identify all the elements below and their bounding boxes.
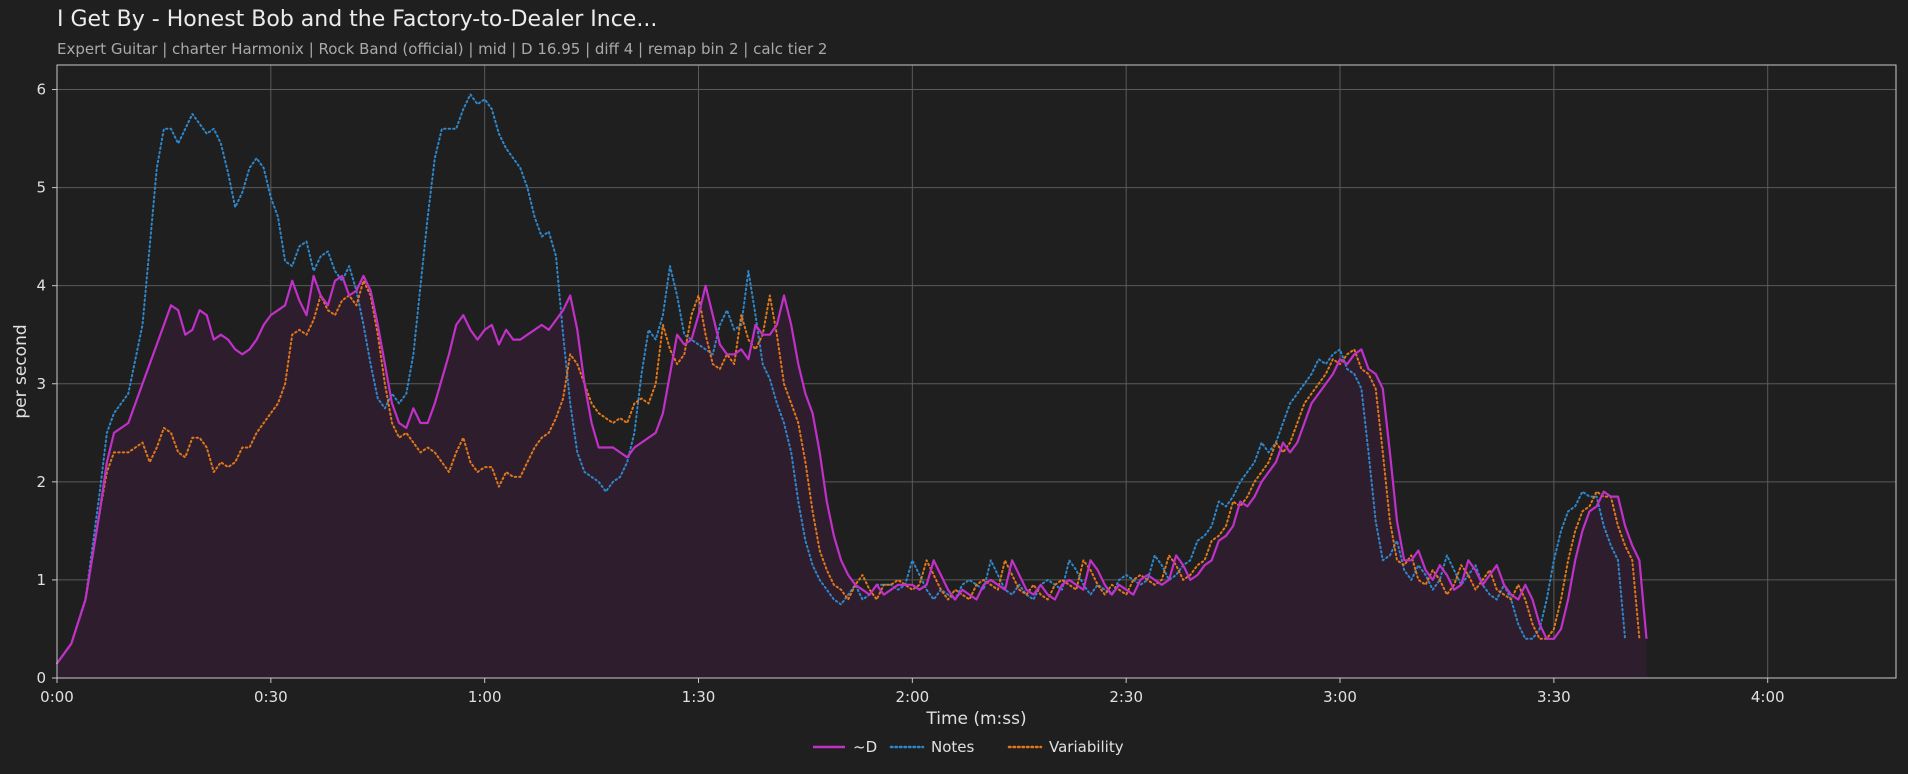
legend-item: Variability [1007, 738, 1124, 756]
y-tick-label: 4 [36, 277, 46, 295]
x-tick-label: 3:00 [1323, 688, 1357, 706]
y-tick-label: 0 [36, 669, 46, 687]
series-layer [56, 93, 1648, 678]
y-tick-label: 2 [36, 473, 46, 491]
legend-item: ~D [813, 738, 877, 756]
legend-label: ~D [853, 738, 877, 756]
legend-item: Notes [889, 738, 975, 756]
chart-svg: 0:00 0:30 1:00 1:30 2:00 2:30 3:00 3:30 4:00 0 1 2 3… [11, 64, 1897, 756]
legend-label: Notes [931, 738, 975, 756]
x-tick-label: 1:30 [682, 688, 716, 706]
y-tick-label: 6 [36, 81, 46, 99]
y-tick-label: 5 [36, 179, 46, 197]
x-axis-label: Time (m:ss) [925, 709, 1026, 729]
d-area-fill [57, 275, 1647, 678]
legend-label: Variability [1049, 738, 1124, 756]
x-tick-label: 0:30 [254, 688, 288, 706]
x-tick-label: 0:00 [40, 688, 74, 706]
x-tick-label: 4:00 [1751, 688, 1785, 706]
x-tick-label: 2:30 [1109, 688, 1143, 706]
x-tick-label: 1:00 [468, 688, 502, 706]
y-axis-label: per second [11, 324, 31, 418]
x-tick-label: 3:30 [1537, 688, 1571, 706]
legend: ~D Notes Variability [813, 738, 1124, 756]
y-tick-label: 3 [36, 375, 46, 393]
x-tick-label: 2:00 [896, 688, 930, 706]
y-tick-label: 1 [36, 571, 46, 589]
